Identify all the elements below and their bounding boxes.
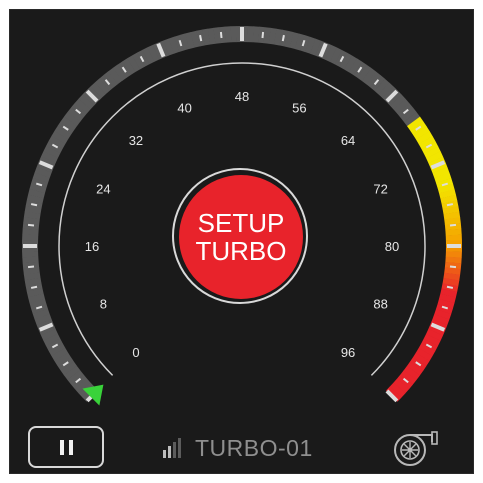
minor-tick bbox=[281, 34, 285, 42]
gauge-track-segment bbox=[445, 234, 462, 241]
scale-label-48: 48 bbox=[235, 89, 249, 104]
minor-tick bbox=[30, 285, 38, 289]
device-info: TURBO-01 bbox=[163, 432, 313, 464]
minor-tick bbox=[261, 31, 265, 39]
scale-label-32: 32 bbox=[129, 133, 143, 148]
scale-label-96: 96 bbox=[341, 345, 355, 360]
scale-label-88: 88 bbox=[373, 296, 387, 311]
scale-label-16: 16 bbox=[85, 239, 99, 254]
minor-tick bbox=[30, 203, 38, 207]
minor-tick bbox=[449, 265, 457, 269]
gauge-track-segment bbox=[22, 251, 39, 258]
scale-label-40: 40 bbox=[177, 100, 191, 115]
minor-tick bbox=[219, 31, 223, 39]
scale-label-56: 56 bbox=[292, 100, 306, 115]
scale-label-72: 72 bbox=[373, 182, 387, 197]
turbo-icon[interactable] bbox=[390, 428, 442, 468]
signal-icon bbox=[163, 438, 181, 458]
minor-tick bbox=[199, 34, 203, 42]
scale-label-80: 80 bbox=[385, 239, 399, 254]
minor-tick bbox=[449, 223, 457, 227]
minor-tick bbox=[446, 203, 454, 207]
scale-label-24: 24 bbox=[96, 182, 110, 197]
scale-label-8: 8 bbox=[100, 296, 107, 311]
gauge-screen: 0 8 16 24 32 40 48 56 64 72 80 88 96 SETUP TURBO TUR… bbox=[9, 9, 474, 474]
pause-button[interactable] bbox=[28, 426, 104, 468]
minor-tick bbox=[446, 285, 454, 289]
gauge-track-segment bbox=[230, 26, 237, 43]
setup-turbo-button[interactable]: SETUP TURBO bbox=[179, 175, 303, 299]
device-name: TURBO-01 bbox=[195, 434, 313, 461]
setup-turbo-label: SETUP TURBO bbox=[195, 208, 287, 266]
minor-tick bbox=[27, 223, 35, 227]
pause-icon bbox=[59, 439, 73, 455]
scale-label-0: 0 bbox=[132, 345, 139, 360]
scale-label-64: 64 bbox=[341, 133, 355, 148]
minor-tick bbox=[27, 265, 35, 269]
